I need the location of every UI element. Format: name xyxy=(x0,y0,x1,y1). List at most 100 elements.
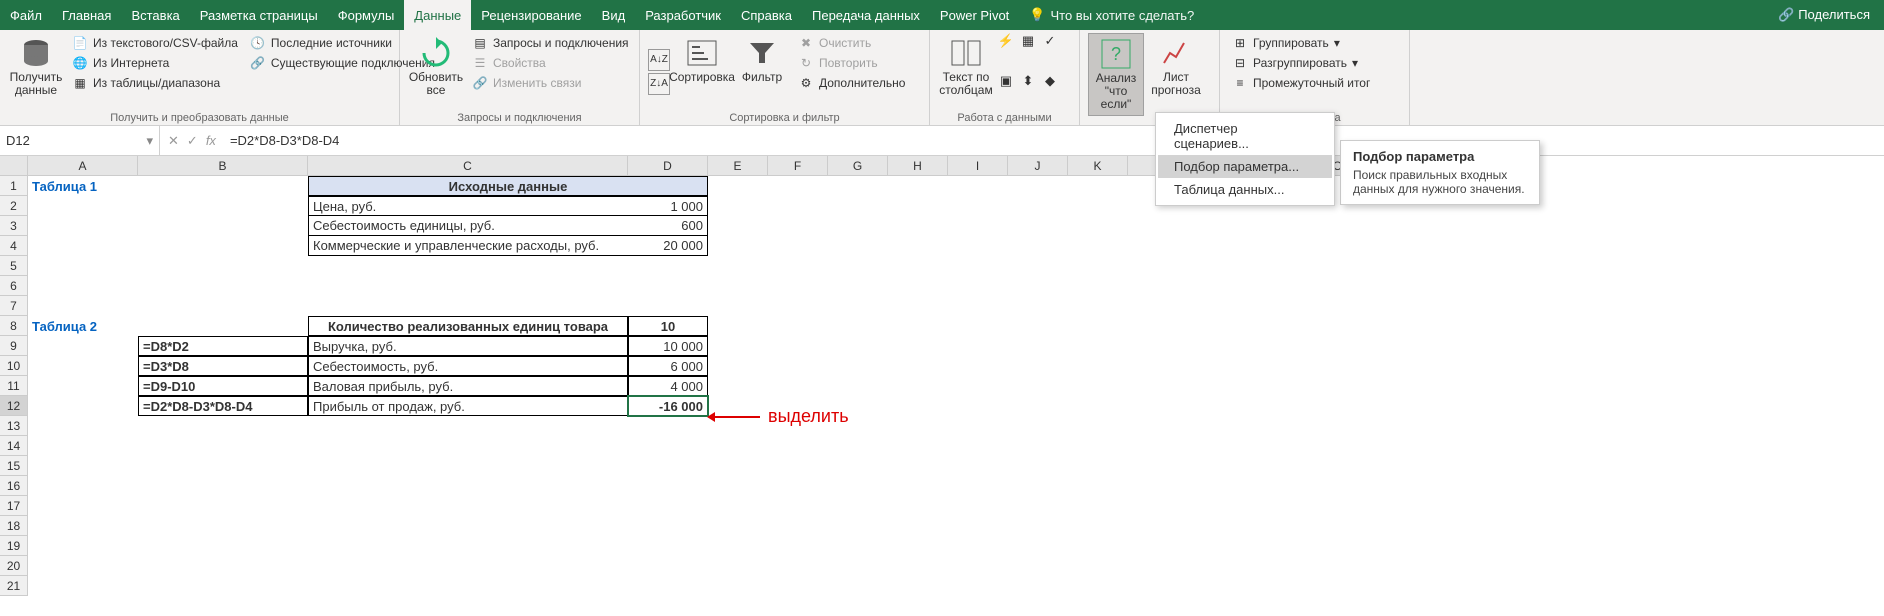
row-header-21[interactable]: 21 xyxy=(0,576,28,596)
filter-button[interactable]: Фильтр xyxy=(734,33,790,110)
relationships-icon[interactable]: ⬍ xyxy=(1020,73,1036,89)
cell-C12[interactable]: Прибыль от продаж, руб. xyxy=(308,396,628,416)
row-header-16[interactable]: 16 xyxy=(0,476,28,496)
col-header-E[interactable]: E xyxy=(708,156,768,176)
row-header-12[interactable]: 12 xyxy=(0,396,28,416)
refresh-all-button[interactable]: Обновить все xyxy=(408,33,464,110)
row-header-1[interactable]: 1 xyxy=(0,176,28,196)
col-header-C[interactable]: C xyxy=(308,156,628,176)
tab-data[interactable]: Данные xyxy=(404,0,471,30)
scenario-manager-item[interactable]: Диспетчер сценариев... xyxy=(1158,117,1332,155)
name-box[interactable]: D12 ▾ xyxy=(0,126,160,155)
cell-C10[interactable]: Себестоимость, руб. xyxy=(308,356,628,376)
col-header-I[interactable]: I xyxy=(948,156,1008,176)
cell-A8[interactable]: Таблица 2 xyxy=(28,316,138,336)
cell-C8[interactable]: Количество реализованных единиц товара xyxy=(308,316,628,336)
col-header-H[interactable]: H xyxy=(888,156,948,176)
cell-D10[interactable]: 6 000 xyxy=(628,356,708,376)
tell-me-search[interactable]: 💡 Что вы хотите сделать? xyxy=(1029,7,1194,23)
cell-C11[interactable]: Валовая прибыль, руб. xyxy=(308,376,628,396)
cell-B10[interactable]: =D3*D8 xyxy=(138,356,308,376)
cell-D11[interactable]: 4 000 xyxy=(628,376,708,396)
row-header-11[interactable]: 11 xyxy=(0,376,28,396)
cell-D12[interactable]: -16 000 xyxy=(628,396,708,416)
properties-button[interactable]: ☰Свойства xyxy=(468,53,550,73)
row-header-7[interactable]: 7 xyxy=(0,296,28,316)
sort-az-icon[interactable]: A↓Z xyxy=(648,49,670,71)
edit-links-button[interactable]: 🔗Изменить связи xyxy=(468,73,585,93)
col-header-B[interactable]: B xyxy=(138,156,308,176)
row-header-17[interactable]: 17 xyxy=(0,496,28,516)
chevron-down-icon[interactable]: ▾ xyxy=(146,133,153,149)
row-header-8[interactable]: 8 xyxy=(0,316,28,336)
fx-icon[interactable]: fx xyxy=(206,133,216,148)
enter-icon[interactable]: ✓ xyxy=(187,133,198,149)
select-all-corner[interactable] xyxy=(0,156,28,176)
from-text-csv-button[interactable]: 📄Из текстового/CSV-файла xyxy=(68,33,242,53)
cell-D9[interactable]: 10 000 xyxy=(628,336,708,356)
cell-A1[interactable]: Таблица 1 xyxy=(28,176,138,196)
row-header-20[interactable]: 20 xyxy=(0,556,28,576)
row-header-10[interactable]: 10 xyxy=(0,356,28,376)
advanced-button[interactable]: ⚙Дополнительно xyxy=(794,73,909,93)
recent-sources-button[interactable]: 🕓Последние источники xyxy=(246,33,396,53)
row-header-13[interactable]: 13 xyxy=(0,416,28,436)
tab-file[interactable]: Файл xyxy=(0,0,52,30)
tab-data-streamer[interactable]: Передача данных xyxy=(802,0,930,30)
cell-C2[interactable]: Цена, руб. xyxy=(308,196,628,216)
row-header-15[interactable]: 15 xyxy=(0,456,28,476)
subtotal-button[interactable]: ≡Промежуточный итог xyxy=(1228,73,1374,93)
flash-fill-icon[interactable]: ⚡ xyxy=(998,33,1014,49)
col-header-A[interactable]: A xyxy=(28,156,138,176)
row-header-2[interactable]: 2 xyxy=(0,196,28,216)
cell-C1[interactable]: Исходные данные xyxy=(308,176,708,196)
formula-input[interactable]: =D2*D8-D3*D8-D4 xyxy=(224,133,1884,148)
group-button[interactable]: ⊞Группировать ▾ xyxy=(1228,33,1344,53)
ungroup-button[interactable]: ⊟Разгруппировать ▾ xyxy=(1228,53,1362,73)
cell-B11[interactable]: =D9-D10 xyxy=(138,376,308,396)
row-header-4[interactable]: 4 xyxy=(0,236,28,256)
cell-B9[interactable]: =D8*D2 xyxy=(138,336,308,356)
queries-connections-button[interactable]: ▤Запросы и подключения xyxy=(468,33,633,53)
cell-D3[interactable]: 600 xyxy=(628,216,708,236)
col-header-F[interactable]: F xyxy=(768,156,828,176)
text-to-columns-button[interactable]: Текст по столбцам xyxy=(938,33,994,110)
data-model-icon[interactable]: ◆ xyxy=(1042,73,1058,89)
row-header-6[interactable]: 6 xyxy=(0,276,28,296)
from-web-button[interactable]: 🌐Из Интернета xyxy=(68,53,173,73)
get-data-button[interactable]: Получить данные xyxy=(8,33,64,110)
cancel-icon[interactable]: ✕ xyxy=(168,133,179,149)
col-header-J[interactable]: J xyxy=(1008,156,1068,176)
cell-D8[interactable]: 10 xyxy=(628,316,708,336)
tab-power-pivot[interactable]: Power Pivot xyxy=(930,0,1019,30)
row-header-14[interactable]: 14 xyxy=(0,436,28,456)
tab-home[interactable]: Главная xyxy=(52,0,121,30)
cell-D4[interactable]: 20 000 xyxy=(628,236,708,256)
tab-view[interactable]: Вид xyxy=(592,0,636,30)
col-header-G[interactable]: G xyxy=(828,156,888,176)
tab-review[interactable]: Рецензирование xyxy=(471,0,591,30)
row-header-3[interactable]: 3 xyxy=(0,216,28,236)
cell-C9[interactable]: Выручка, руб. xyxy=(308,336,628,356)
reapply-button[interactable]: ↻Повторить xyxy=(794,53,882,73)
sort-za-icon[interactable]: Z↓A xyxy=(648,73,670,95)
cell-B12[interactable]: =D2*D8-D3*D8-D4 xyxy=(138,396,308,416)
row-header-9[interactable]: 9 xyxy=(0,336,28,356)
sort-button[interactable]: Сортировка xyxy=(674,33,730,110)
cell-C3[interactable]: Себестоимость единицы, руб. xyxy=(308,216,628,236)
col-header-D[interactable]: D xyxy=(628,156,708,176)
worksheet-grid[interactable]: ABCDEFGHIJKLMNO 123456789101112131415161… xyxy=(0,156,1884,616)
remove-duplicates-icon[interactable]: ▦ xyxy=(1020,33,1036,49)
what-if-analysis-button[interactable]: ? Анализ "что если" xyxy=(1088,33,1144,116)
clear-button[interactable]: ✖Очистить xyxy=(794,33,875,53)
data-validation-icon[interactable]: ✓ xyxy=(1042,33,1058,49)
data-table-item[interactable]: Таблица данных... xyxy=(1158,178,1332,201)
from-table-button[interactable]: ▦Из таблицы/диапазона xyxy=(68,73,224,93)
consolidate-icon[interactable]: ▣ xyxy=(998,73,1014,89)
cell-C4[interactable]: Коммерческие и управленческие расходы, р… xyxy=(308,236,628,256)
cell-D2[interactable]: 1 000 xyxy=(628,196,708,216)
tab-help[interactable]: Справка xyxy=(731,0,802,30)
col-header-K[interactable]: K xyxy=(1068,156,1128,176)
row-header-18[interactable]: 18 xyxy=(0,516,28,536)
tab-page-layout[interactable]: Разметка страницы xyxy=(190,0,328,30)
